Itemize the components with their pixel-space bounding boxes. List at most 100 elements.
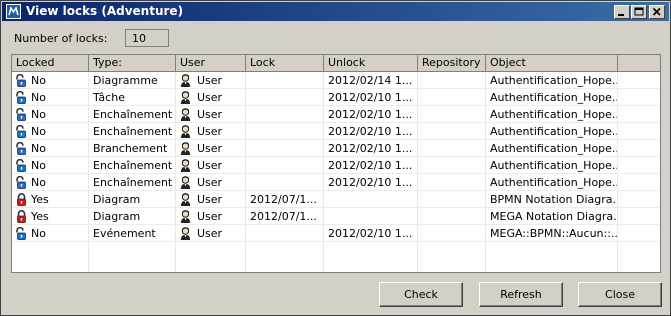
unlock-date-cell-text: 2012/02/10 1...	[328, 142, 413, 155]
locked-cell: No	[12, 225, 89, 242]
empty-cell	[12, 259, 89, 272]
object-cell-text: Authentification_Hope...	[490, 91, 618, 104]
col-repository[interactable]: Repository	[418, 55, 486, 71]
user-icon	[180, 108, 191, 121]
type-cell-text: Enchaînement	[93, 176, 173, 189]
user-cell-text: User	[197, 142, 223, 155]
locked-cell: No	[12, 123, 89, 140]
locked-cell: No	[12, 174, 89, 191]
type-cell-text: Enchaînement	[93, 159, 173, 172]
unlock-date-cell-text: 2012/02/10 1...	[328, 125, 413, 138]
locked-cell-text: No	[31, 142, 46, 155]
empty-cell	[246, 242, 324, 259]
user-icon	[180, 176, 191, 189]
table-row[interactable]: No Evénement User 2012/02/10 1... MEGA::BPMN…	[12, 225, 660, 242]
object-cell: MEGA Notation Diagra...	[486, 208, 618, 225]
type-cell: Evénement	[89, 225, 176, 242]
object-cell-text: Authentification_Hope...	[490, 74, 618, 87]
type-cell: Diagram	[89, 191, 176, 208]
object-cell: Authentification_Hope...	[486, 106, 618, 123]
unlock-date-cell-text: 2012/02/10 1...	[328, 159, 413, 172]
empty-cell	[89, 242, 176, 259]
user-icon	[180, 125, 191, 138]
table-row[interactable]: No Enchaînement User 2012/02/10 1... Authent…	[12, 106, 660, 123]
unlock-date-cell: 2012/02/14 1...	[324, 72, 418, 89]
user-icon	[180, 159, 191, 172]
unlock-date-cell	[324, 191, 418, 208]
user-cell: User	[176, 106, 246, 123]
table-row[interactable]: Yes Diagram User 2012/07/1... MEGA Notation …	[12, 208, 660, 225]
user-cell-text: User	[197, 159, 223, 172]
user-cell: User	[176, 191, 246, 208]
user-cell-text: User	[197, 108, 223, 121]
empty-cell	[486, 242, 618, 259]
object-cell: Authentification_Hope...	[486, 72, 618, 89]
window-title: View locks (Adventure)	[26, 4, 184, 18]
type-cell-text: Evénement	[93, 227, 156, 240]
col-user[interactable]: User	[176, 55, 246, 71]
table-row[interactable]: Yes Diagram User 2012/07/1... BPMN Notation …	[12, 191, 660, 208]
locked-cell-text: No	[31, 108, 46, 121]
empty-cell	[176, 259, 246, 272]
object-cell-text: Authentification_Hope...	[490, 142, 618, 155]
locked-cell-text: No	[31, 159, 46, 172]
user-cell: User	[176, 72, 246, 89]
close-button[interactable]: Close	[578, 282, 662, 307]
close-window-button[interactable]	[649, 5, 665, 19]
lock-date-cell: 2012/07/1...	[246, 208, 324, 225]
unlock-date-cell: 2012/02/10 1...	[324, 106, 418, 123]
refresh-button[interactable]: Refresh	[479, 282, 563, 307]
object-cell: Authentification_Hope...	[486, 140, 618, 157]
type-cell: Enchaînement	[89, 106, 176, 123]
table-row[interactable]: No Tâche User 2012/02/10 1... Authentificati…	[12, 89, 660, 106]
title-bar[interactable]: View locks (Adventure)	[2, 2, 669, 21]
user-cell-text: User	[197, 210, 223, 223]
table-row[interactable]: No Enchaînement User 2012/02/10 1... Authent…	[12, 123, 660, 140]
repository-cell	[418, 157, 486, 174]
app-icon	[6, 4, 21, 19]
minimize-button[interactable]	[614, 5, 630, 19]
empty-cell	[12, 242, 89, 259]
type-cell: Branchement	[89, 140, 176, 157]
unlock-date-cell: 2012/02/10 1...	[324, 140, 418, 157]
locked-cell-text: No	[31, 176, 46, 189]
type-cell-text: Tâche	[93, 91, 125, 104]
locks-grid[interactable]: Locked Type: User Lock Unlock Repository…	[11, 54, 661, 273]
locked-cell: No	[12, 72, 89, 89]
empty-cell	[486, 259, 618, 272]
table-row[interactable]: No Branchement User 2012/02/10 1... Authenti…	[12, 140, 660, 157]
user-cell-text: User	[197, 227, 223, 240]
locked-cell: No	[12, 106, 89, 123]
col-lock[interactable]: Lock	[246, 55, 324, 71]
unlock-date-cell-text: 2012/02/10 1...	[328, 91, 413, 104]
empty-cell	[89, 259, 176, 272]
table-row[interactable]: No Diagramme User 2012/02/14 1... Authentifi…	[12, 72, 660, 89]
col-locked[interactable]: Locked	[12, 55, 89, 71]
user-cell: User	[176, 225, 246, 242]
type-cell: Enchaînement	[89, 174, 176, 191]
type-cell-text: Branchement	[93, 142, 168, 155]
lock-date-cell	[246, 157, 324, 174]
empty-cell	[418, 242, 486, 259]
object-cell: MEGA::BPMN::Aucun::...	[486, 225, 618, 242]
lock-date-cell	[246, 140, 324, 157]
table-row[interactable]: No Enchaînement User 2012/02/10 1... Authent…	[12, 174, 660, 191]
grid-header: Locked Type: User Lock Unlock Repository…	[12, 55, 660, 72]
col-object[interactable]: Object	[486, 55, 618, 71]
user-cell: User	[176, 140, 246, 157]
locked-cell-text: No	[31, 74, 46, 87]
empty-cell	[246, 259, 324, 272]
type-cell: Diagramme	[89, 72, 176, 89]
unlock-date-cell: 2012/02/10 1...	[324, 225, 418, 242]
col-type[interactable]: Type:	[89, 55, 176, 71]
lock-date-cell	[246, 106, 324, 123]
check-button[interactable]: Check	[379, 282, 463, 307]
col-unlock[interactable]: Unlock	[324, 55, 418, 71]
maximize-button[interactable]	[631, 5, 647, 19]
user-icon	[180, 227, 191, 240]
open-padlock-icon	[16, 176, 26, 189]
lock-count-label: Number of locks:	[14, 32, 108, 45]
unlock-date-cell: 2012/02/10 1...	[324, 123, 418, 140]
table-row[interactable]: No Enchaînement User 2012/02/10 1... Authent…	[12, 157, 660, 174]
object-cell: Authentification_Hope...	[486, 89, 618, 106]
